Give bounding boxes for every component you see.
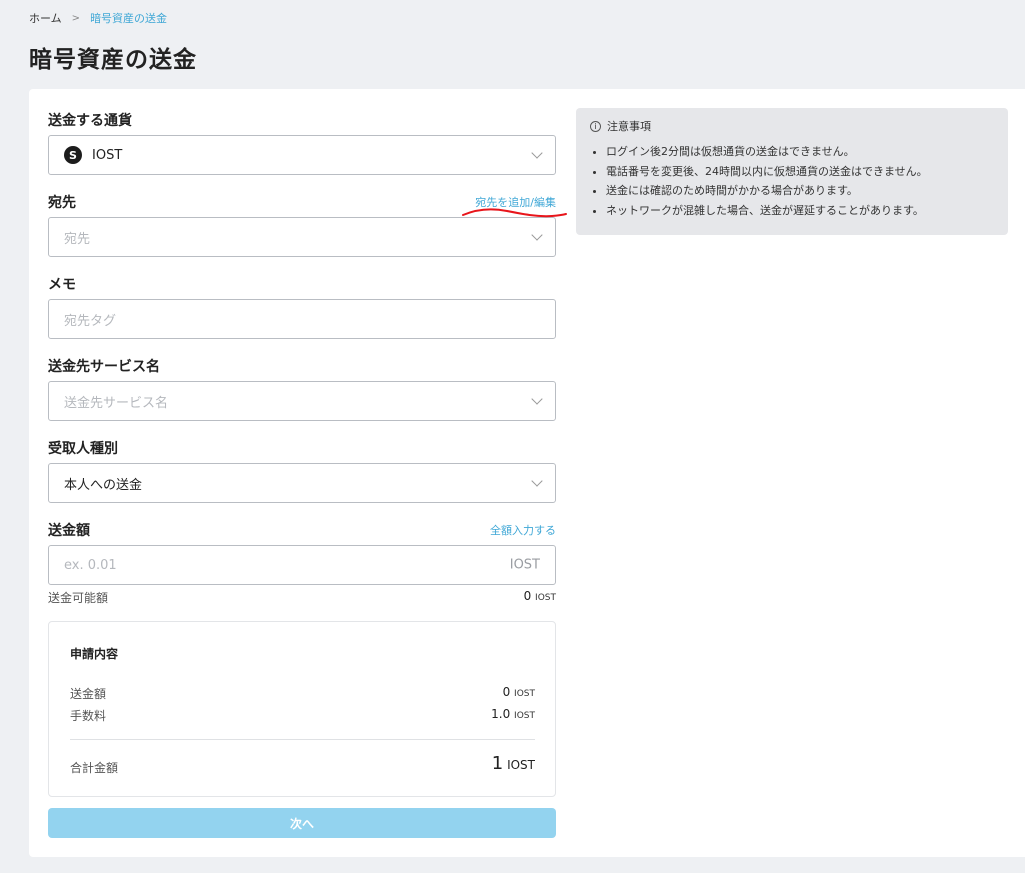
summary-amount-value-group: 0 IOST: [503, 685, 535, 699]
next-button[interactable]: 次へ: [48, 808, 556, 838]
summary-total-value-group: 1 IOST: [492, 753, 535, 774]
memo-label: メモ: [48, 277, 76, 293]
summary-fee-value: 1.0: [491, 707, 511, 721]
summary-total-unit: IOST: [507, 758, 535, 772]
fill-all-link[interactable]: 全額入力する: [490, 522, 556, 538]
amount-unit: IOST: [509, 557, 540, 573]
iost-logo-icon: S: [64, 146, 82, 164]
available-unit: IOST: [535, 593, 556, 603]
service-label: 送金先サービス名: [48, 359, 160, 375]
breadcrumb-home-link[interactable]: ホーム: [29, 10, 62, 26]
amount-input[interactable]: ex. 0.01 IOST: [48, 545, 556, 585]
summary-fee-label: 手数料: [70, 709, 107, 723]
breadcrumb: ホーム > 暗号資産の送金: [29, 10, 167, 26]
red-underline-annotation: [462, 208, 567, 218]
available-amount-row: 送金可能額 0 IOST: [48, 589, 556, 606]
recipient-type-value: 本人への送金: [64, 477, 143, 493]
amount-placeholder: ex. 0.01: [64, 557, 117, 573]
chevron-down-icon: [531, 393, 543, 405]
chevron-down-icon: [531, 475, 543, 487]
recipient-type-select[interactable]: 本人への送金: [48, 463, 556, 503]
summary-amount-unit: IOST: [514, 689, 535, 699]
recipient-type-label: 受取人種別: [48, 441, 118, 457]
chevron-down-icon: [531, 147, 543, 159]
currency-select[interactable]: S IOST: [48, 135, 556, 175]
service-select[interactable]: 送金先サービス名: [48, 381, 556, 421]
notice-title: 注意事項: [607, 120, 651, 133]
notice-list: ログイン後2分間は仮想通貨の送金はできません。 電話番号を変更後、24時間以内に…: [590, 142, 994, 220]
info-icon: i: [590, 120, 601, 132]
page-title: 暗号資産の送金: [29, 47, 197, 73]
summary-title: 申請内容: [70, 647, 119, 661]
memo-placeholder: 宛先タグ: [64, 313, 117, 329]
summary-amount-row: 送金額 0 IOST: [70, 685, 535, 702]
amount-label: 送金額: [48, 523, 90, 539]
currency-label: 送金する通貨: [48, 113, 132, 129]
summary-fee-value-group: 1.0 IOST: [491, 707, 535, 721]
available-value-group: 0 IOST: [524, 589, 556, 603]
destination-placeholder: 宛先: [64, 231, 91, 247]
service-placeholder: 送金先サービス名: [64, 395, 169, 411]
summary-amount-label: 送金額: [70, 687, 107, 701]
available-label: 送金可能額: [48, 591, 109, 605]
notice-item: 電話番号を変更後、24時間以内に仮想通貨の送金はできません。: [606, 162, 994, 182]
summary-divider: [70, 739, 535, 740]
currency-value: IOST: [92, 147, 123, 163]
summary-total-label: 合計金額: [70, 761, 119, 775]
breadcrumb-separator: >: [71, 12, 81, 24]
destination-select[interactable]: 宛先: [48, 217, 556, 257]
summary-total-row: 合計金額 1 IOST: [70, 753, 535, 776]
notice-item: ログイン後2分間は仮想通貨の送金はできません。: [606, 142, 994, 162]
summary-total-value: 1: [491, 753, 504, 774]
notice-item: ネットワークが混雑した場合、送金が遅延することがあります。: [606, 201, 994, 221]
summary-amount-value: 0: [502, 685, 511, 699]
notice-item: 送金には確認のため時間がかかる場合があります。: [606, 181, 994, 201]
chevron-down-icon: [531, 229, 543, 241]
summary-fee-row: 手数料 1.0 IOST: [70, 707, 535, 724]
breadcrumb-current: 暗号資産の送金: [90, 12, 168, 25]
summary-box: 申請内容 送金額 0 IOST 手数料 1.0 IOST 合計金額 1 IOST: [48, 621, 556, 797]
summary-fee-unit: IOST: [514, 711, 535, 721]
notice-panel: i 注意事項 ログイン後2分間は仮想通貨の送金はできません。 電話番号を変更後、…: [576, 108, 1008, 235]
available-value: 0: [523, 589, 532, 603]
notice-header: i 注意事項: [590, 118, 994, 134]
memo-input[interactable]: 宛先タグ: [48, 299, 556, 339]
destination-label: 宛先: [48, 195, 76, 211]
